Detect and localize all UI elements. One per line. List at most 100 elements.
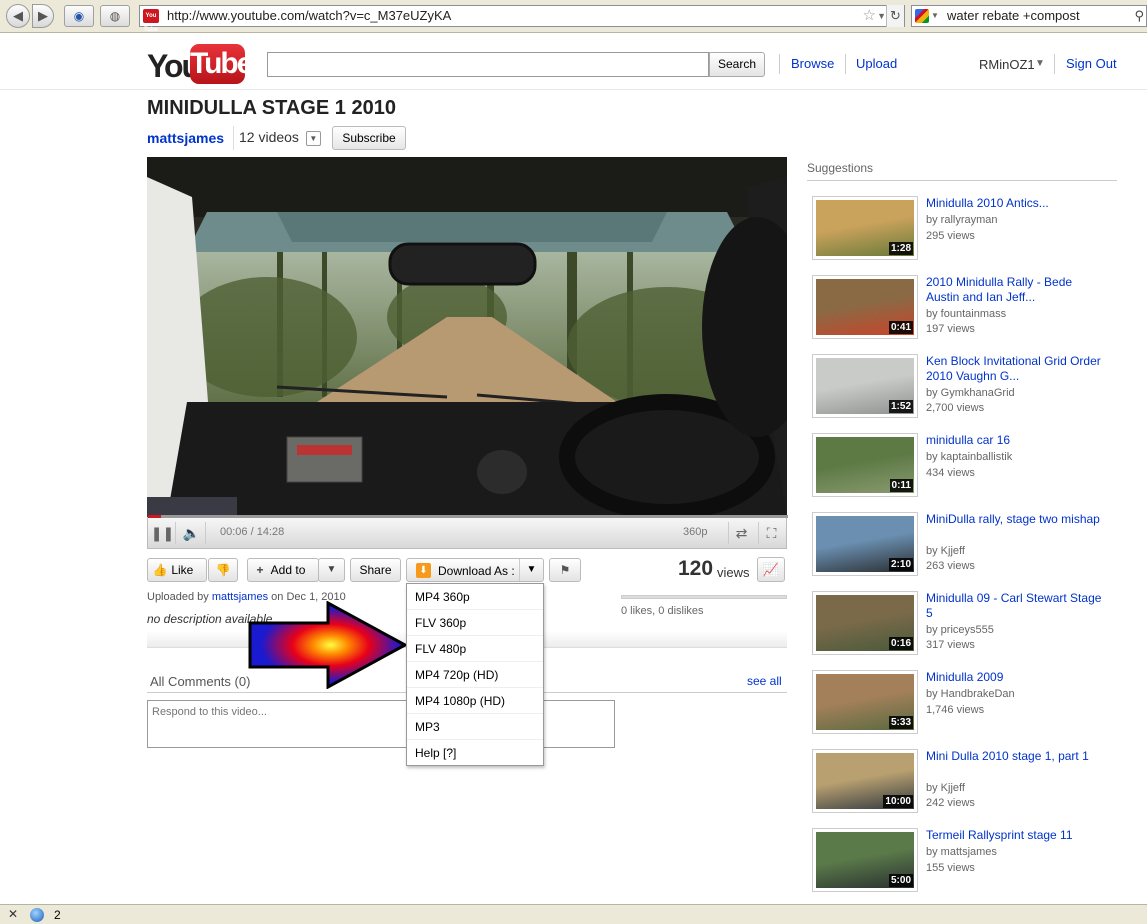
suggestion-item[interactable]: 5:00 Termeil Rallysprint stage 11 by matts…: [812, 828, 1117, 894]
sign-out-link[interactable]: Sign Out: [1066, 56, 1117, 71]
close-icon[interactable]: ✕: [8, 907, 18, 921]
suggestion-thumbnail[interactable]: 1:52: [812, 354, 918, 418]
suggestion-title[interactable]: Minidulla 2010 Antics...: [926, 196, 1106, 211]
status-bar: ✕ 2: [0, 904, 1147, 924]
suggestion-item[interactable]: 0:16 Minidulla 09 - Carl Stewart Stage 5 b…: [812, 591, 1117, 657]
menu-item-mp4-720p[interactable]: MP4 720p (HD): [407, 662, 543, 688]
suggestion-item[interactable]: 5:33 Minidulla 2009 by HandbrakeDan 1,746 v…: [812, 670, 1117, 736]
stats-chart-icon[interactable]: 📈: [757, 557, 785, 582]
video-count-label: 12 videos: [239, 129, 299, 145]
address-bar[interactable]: You Tube http://www.youtube.com/watch?v=…: [139, 5, 905, 33]
channel-link[interactable]: mattsjames: [147, 130, 224, 146]
suggestion-author: by HandbrakeDan: [926, 688, 1015, 700]
volume-icon[interactable]: 🔈: [178, 522, 206, 544]
suggestion-title[interactable]: Ken Block Invitational Grid Order 2010 V…: [926, 354, 1106, 384]
pause-icon[interactable]: ❚❚: [150, 522, 176, 544]
dislike-button[interactable]: 👎: [208, 558, 238, 582]
suggestion-title[interactable]: Minidulla 2009: [926, 670, 1106, 685]
speech-bubble-icon[interactable]: ◍: [100, 5, 130, 27]
suggestion-title[interactable]: 2010 Minidulla Rally - Bede Austin and I…: [926, 275, 1106, 305]
menu-item-flv-360p[interactable]: FLV 360p: [407, 610, 543, 636]
header-divider: [0, 89, 1147, 90]
browser-search-box[interactable]: ▼ water rebate +compost ⚲: [911, 5, 1147, 27]
share-button[interactable]: Share: [350, 558, 401, 582]
progress-track[interactable]: [148, 515, 788, 518]
duration-badge: 5:00: [888, 874, 913, 887]
suggestion-thumbnail[interactable]: 0:11: [812, 433, 918, 497]
add-to-menu-button[interactable]: ▼: [318, 558, 345, 582]
chevron-down-icon[interactable]: ▼: [1035, 58, 1045, 69]
username[interactable]: RMinOZ1: [979, 57, 1035, 72]
like-button[interactable]: 👍 Like: [147, 558, 207, 582]
suggestion-thumbnail[interactable]: 10:00: [812, 749, 918, 813]
menu-item-mp3[interactable]: MP3: [407, 714, 543, 740]
duration-badge: 1:52: [888, 400, 913, 413]
browser-search-text[interactable]: water rebate +compost: [947, 6, 1080, 26]
suggestion-title[interactable]: minidulla car 16: [926, 433, 1106, 448]
flag-button[interactable]: ⚑: [549, 558, 581, 582]
quality-selector[interactable]: 360p: [683, 526, 707, 538]
status-count: 2: [54, 908, 61, 922]
popout-icon[interactable]: ⇄: [728, 522, 754, 544]
suggestion-title[interactable]: Termeil Rallysprint stage 11: [926, 828, 1106, 843]
see-all-link[interactable]: see all: [747, 674, 782, 688]
suggestion-views: 2,700 views: [926, 402, 985, 414]
suggestion-author: by fountainmass: [926, 308, 1007, 320]
search-button[interactable]: Search: [709, 52, 765, 77]
subscribe-button[interactable]: Subscribe: [332, 126, 406, 150]
bookmark-star-icon[interactable]: ☆: [863, 6, 876, 26]
suggestion-thumbnail[interactable]: 1:28: [812, 196, 918, 260]
suggestion-item[interactable]: 1:52 Ken Block Invitational Grid Order 20…: [812, 354, 1117, 420]
reload-icon[interactable]: ↻: [886, 5, 904, 27]
likes-ratio-bar: [621, 595, 787, 599]
video-count[interactable]: 12 videos ▼: [233, 126, 326, 150]
download-as-button[interactable]: ⬇ Download As : ▼: [406, 558, 544, 582]
thumbnail-image: 5:00: [816, 832, 914, 888]
header-separator: [779, 54, 780, 74]
ie-globe-icon[interactable]: [30, 908, 44, 922]
menu-item-flv-480p[interactable]: FLV 480p: [407, 636, 543, 662]
flag-icon: ⚑: [559, 563, 571, 577]
chevron-down-icon[interactable]: ▼: [519, 559, 543, 581]
suggestion-thumbnail[interactable]: 2:10: [812, 512, 918, 576]
suggestion-views: 434 views: [926, 467, 975, 479]
back-arrow-icon[interactable]: ◀: [6, 4, 30, 28]
suggestion-thumbnail[interactable]: 5:00: [812, 828, 918, 892]
likes-count: 0 likes, 0 dislikes: [621, 605, 704, 617]
logo-tube-text: Tube: [190, 44, 253, 84]
ie-page-icon[interactable]: ◉: [64, 5, 94, 27]
suggestion-thumbnail[interactable]: 0:16: [812, 591, 918, 655]
menu-item-mp4-360p[interactable]: MP4 360p: [407, 584, 543, 610]
suggestion-item[interactable]: 0:41 2010 Minidulla Rally - Bede Austin a…: [812, 275, 1117, 341]
google-icon[interactable]: [915, 9, 929, 23]
suggestions-divider: [807, 180, 1117, 181]
upload-link[interactable]: Upload: [856, 56, 897, 71]
download-label: Download As :: [438, 564, 515, 578]
browse-link[interactable]: Browse: [791, 56, 834, 71]
suggestion-item[interactable]: 2:10 MiniDulla rally, stage two mishap by …: [812, 512, 1117, 578]
suggestions-heading: Suggestions: [807, 161, 874, 175]
suggestion-title[interactable]: Mini Dulla 2010 stage 1, part 1: [926, 749, 1106, 764]
menu-item-help[interactable]: Help [?]: [407, 740, 543, 766]
search-icon[interactable]: ⚲: [1134, 6, 1144, 26]
chevron-down-icon[interactable]: ▼: [931, 6, 939, 26]
forward-arrow-icon[interactable]: ▶: [32, 4, 54, 28]
suggestion-item[interactable]: 0:11 minidulla car 16 by kaptainballistik 4…: [812, 433, 1117, 499]
suggestion-thumbnail[interactable]: 0:41: [812, 275, 918, 339]
comment-input[interactable]: [147, 700, 615, 748]
menu-item-mp4-1080p[interactable]: MP4 1080p (HD): [407, 688, 543, 714]
chevron-down-icon[interactable]: ▼: [305, 130, 321, 146]
chevron-down-icon: ▼: [326, 564, 337, 575]
fullscreen-icon[interactable]: ⛶: [758, 522, 784, 544]
suggestion-title[interactable]: Minidulla 09 - Carl Stewart Stage 5: [926, 591, 1106, 621]
search-input[interactable]: [267, 52, 709, 77]
suggestion-item[interactable]: 10:00 Mini Dulla 2010 stage 1, part 1 by K…: [812, 749, 1117, 815]
thumbnail-image: 0:16: [816, 595, 914, 651]
suggestion-thumbnail[interactable]: 5:33: [812, 670, 918, 734]
add-to-button[interactable]: + Add to: [247, 558, 319, 582]
url-text[interactable]: http://www.youtube.com/watch?v=c_M37eUZy…: [167, 6, 451, 26]
video-player[interactable]: [147, 157, 787, 517]
chevron-down-icon[interactable]: ▼: [877, 6, 886, 26]
suggestion-title[interactable]: MiniDulla rally, stage two mishap: [926, 512, 1106, 527]
suggestion-item[interactable]: 1:28 Minidulla 2010 Antics... by rallyraym…: [812, 196, 1117, 262]
